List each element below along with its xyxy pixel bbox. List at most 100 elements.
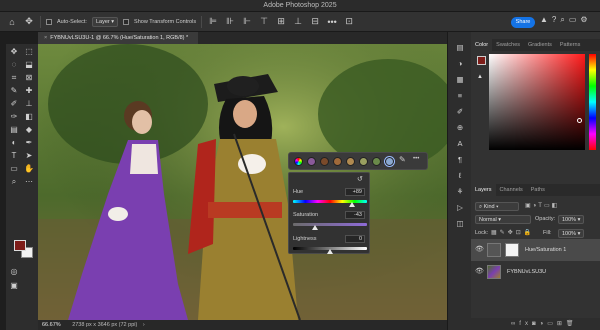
- reset-icon[interactable]: ↺: [357, 175, 363, 183]
- 3d-mode-icon[interactable]: ⊡: [343, 16, 355, 28]
- foreground-color-swatch[interactable]: [14, 240, 26, 251]
- frame-tool-icon[interactable]: ⊠: [23, 72, 35, 83]
- eraser-tool-icon[interactable]: ◧: [23, 111, 35, 122]
- paragraph-panel-icon[interactable]: ¶: [454, 154, 466, 165]
- blur-tool-icon[interactable]: ◆: [23, 124, 35, 135]
- tab-paths[interactable]: Paths: [527, 184, 549, 196]
- share-button[interactable]: Share: [511, 17, 535, 28]
- swatch-4[interactable]: [359, 157, 368, 166]
- distribute-icon[interactable]: ⊟: [309, 16, 321, 28]
- fill-value[interactable]: 100% ▾: [558, 229, 585, 238]
- hue-slider-track[interactable]: [293, 200, 367, 203]
- eyedropper-tool-icon[interactable]: ✎: [8, 85, 20, 96]
- align-bottom-icon[interactable]: ⊥: [292, 16, 304, 28]
- gradient-tool-icon[interactable]: ▤: [8, 124, 20, 135]
- layer-row-background-image[interactable]: 👁 FYBNUvLSU3U: [471, 261, 600, 283]
- brush-panel-icon[interactable]: ✐: [454, 106, 466, 117]
- new-layer-icon[interactable]: ⊞: [557, 321, 566, 327]
- zoom-level[interactable]: 66.67%: [42, 322, 61, 328]
- stamp-tool-icon[interactable]: ⊥: [23, 98, 35, 109]
- search-icon[interactable]: ⌕: [560, 15, 564, 25]
- swatch-2[interactable]: [333, 157, 342, 166]
- hue-strip[interactable]: [589, 54, 596, 150]
- object-select-tool-icon[interactable]: ⬓: [23, 59, 35, 70]
- edit-toolbar-icon[interactable]: ⋯: [23, 176, 35, 187]
- zoom-tool-icon[interactable]: ⌕: [8, 176, 20, 187]
- swatch-0[interactable]: [307, 157, 316, 166]
- character-panel-icon[interactable]: A: [454, 138, 466, 149]
- tab-layers[interactable]: Layers: [471, 184, 496, 196]
- saturation-slider-track[interactable]: [293, 223, 367, 226]
- properties-panel-icon[interactable]: ≡: [454, 90, 466, 101]
- show-transform-checkbox[interactable]: [123, 18, 130, 25]
- rectangle-tool-icon[interactable]: ▭: [8, 163, 20, 174]
- dodge-tool-icon[interactable]: ◐: [8, 137, 20, 148]
- lasso-tool-icon[interactable]: ◌: [8, 59, 20, 70]
- saturation-slider-thumb[interactable]: [312, 225, 318, 230]
- crop-tool-icon[interactable]: ⌗: [8, 72, 20, 83]
- type-tool-icon[interactable]: T: [8, 150, 20, 161]
- swatch-3[interactable]: [346, 157, 355, 166]
- settings-icon[interactable]: ⚙: [580, 15, 587, 25]
- document-tab[interactable]: × FYBNUvLSU3U-1 @ 66.7% (Hue/Saturation 1…: [38, 32, 198, 44]
- close-tab-icon[interactable]: ×: [44, 35, 47, 41]
- navigator-panel-icon[interactable]: ⚘: [454, 186, 466, 197]
- move-tool-icon[interactable]: ✥: [8, 46, 20, 57]
- swatch-more-icon[interactable]: •••: [413, 156, 419, 162]
- group-icon[interactable]: ▭: [547, 321, 557, 327]
- notifications-icon[interactable]: ▲: [540, 15, 548, 25]
- lightness-value[interactable]: 0: [345, 235, 365, 243]
- tab-color[interactable]: Color: [471, 39, 493, 51]
- workspace-icon[interactable]: ▭: [569, 15, 577, 25]
- saturation-value[interactable]: -43: [345, 211, 365, 219]
- swatch-6[interactable]: [385, 157, 394, 166]
- eyedropper-icon[interactable]: ✎: [399, 155, 406, 164]
- libraries-panel-icon[interactable]: ▦: [454, 74, 466, 85]
- color-picker-cursor[interactable]: [577, 118, 582, 123]
- lock-icons[interactable]: ▦✎✥⊡🔒: [491, 229, 534, 236]
- align-middle-icon[interactable]: ⊞: [275, 16, 287, 28]
- hue-slider-thumb[interactable]: [349, 202, 355, 207]
- screen-mode-icon[interactable]: ▣: [8, 280, 20, 291]
- canvas[interactable]: [38, 44, 447, 320]
- trash-icon[interactable]: 🗑: [566, 321, 578, 327]
- visibility-eye-icon[interactable]: 👁: [475, 239, 484, 261]
- clone-source-icon[interactable]: ⊕: [454, 122, 466, 133]
- color-swatches[interactable]: [14, 240, 36, 260]
- layer-filter-dropdown[interactable]: ⌕ Kind ▾: [475, 202, 519, 211]
- align-right-icon[interactable]: ⊩: [241, 16, 253, 28]
- swatch-5[interactable]: [372, 157, 381, 166]
- quick-mask-icon[interactable]: ◎: [8, 266, 20, 277]
- color-picker-field[interactable]: [489, 54, 585, 150]
- color-foreground-chip[interactable]: [477, 56, 486, 65]
- layer-comps-icon[interactable]: ◫: [454, 218, 466, 229]
- hue-value[interactable]: +89: [345, 188, 365, 196]
- spot-heal-tool-icon[interactable]: ✚: [23, 85, 35, 96]
- glyphs-panel-icon[interactable]: ℓ: [454, 170, 466, 181]
- align-top-icon[interactable]: ⊤: [258, 16, 270, 28]
- tab-patterns[interactable]: Patterns: [556, 39, 584, 51]
- auto-select-checkbox[interactable]: [46, 18, 52, 25]
- layer-filter-icons[interactable]: ▣◑T▭◧: [525, 202, 559, 209]
- visibility-eye-icon[interactable]: 👁: [475, 261, 484, 283]
- blend-mode-dropdown[interactable]: Normal ▾: [475, 215, 531, 224]
- marquee-tool-icon[interactable]: ⬚: [23, 46, 35, 57]
- path-select-tool-icon[interactable]: ➤: [23, 150, 35, 161]
- tab-gradients[interactable]: Gradients: [524, 39, 556, 51]
- help-icon[interactable]: ?: [552, 15, 556, 25]
- opacity-value[interactable]: 100% ▾: [558, 215, 585, 224]
- fx-icon[interactable]: fx: [519, 321, 532, 327]
- home-icon[interactable]: ⌂: [6, 16, 18, 28]
- pen-tool-icon[interactable]: ✒: [23, 137, 35, 148]
- brush-tool-icon[interactable]: ✐: [8, 98, 20, 109]
- adjustments-panel-icon[interactable]: ◑: [454, 58, 466, 69]
- hand-tool-icon[interactable]: ✋: [23, 163, 35, 174]
- actions-panel-icon[interactable]: ▷: [454, 202, 466, 213]
- status-menu-arrow[interactable]: ›: [143, 322, 145, 328]
- mask-icon[interactable]: ◙: [532, 321, 540, 327]
- more-options-icon[interactable]: •••: [326, 16, 338, 28]
- swatch-1[interactable]: [320, 157, 329, 166]
- move-tool-icon[interactable]: ✥: [23, 16, 35, 28]
- align-left-icon[interactable]: ⊫: [207, 16, 219, 28]
- tab-channels[interactable]: Channels: [496, 184, 527, 196]
